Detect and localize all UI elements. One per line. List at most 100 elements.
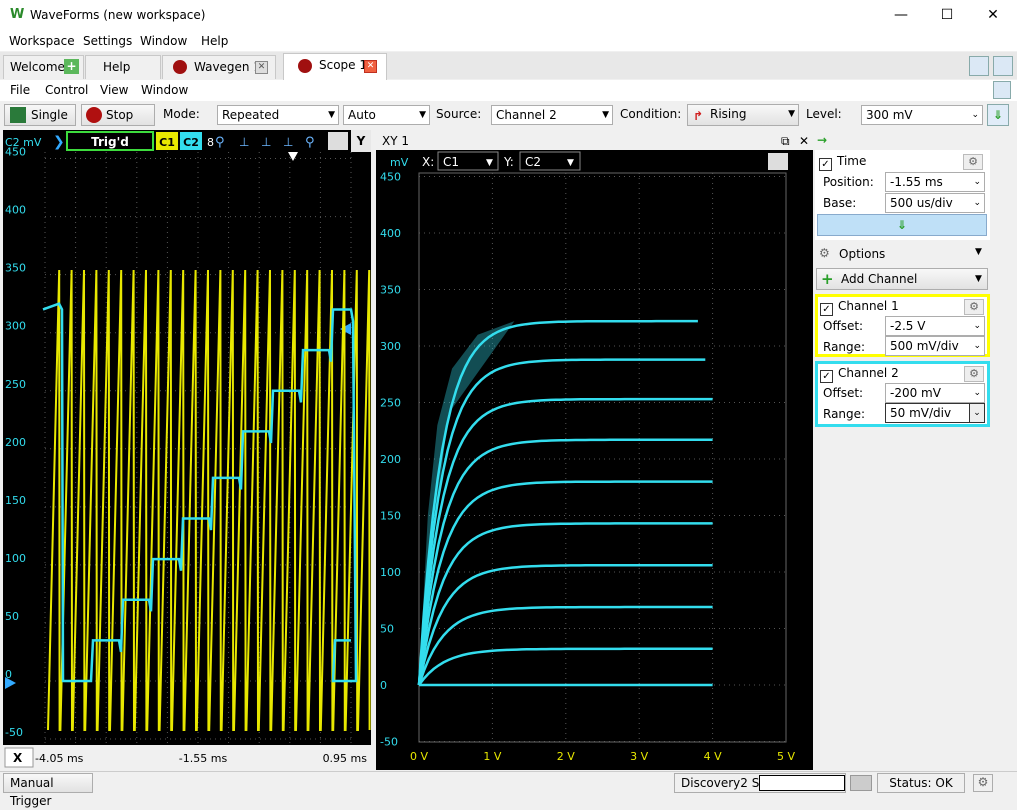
auto-select[interactable]: Auto ▼	[343, 105, 430, 125]
tab-label: Scope 1	[319, 58, 368, 72]
channel1-group: ✓ Channel 1 ⚙ Offset: -2.5 V ⌄ Range: 500 …	[815, 294, 990, 357]
xy-curve	[417, 522, 713, 686]
menu-file[interactable]: File	[10, 83, 30, 97]
xy-plot[interactable]: XY 1 ⧉ ✕ mV X: C1 ▼ Y: C2 ▼ 450 400 350 300…	[376, 130, 813, 770]
chevron-down-icon: ▼	[328, 110, 335, 120]
y-source-label: Y:	[503, 155, 514, 169]
x-source-label: X:	[422, 155, 434, 169]
y-tick-label: 150	[380, 510, 401, 523]
ch1-offset-input[interactable]: -2.5 V ⌄	[885, 316, 985, 336]
source-label: Source:	[436, 107, 482, 121]
gear-icon: ⚙	[819, 246, 830, 260]
ch2-range-select[interactable]: 50 mV/div ⌄	[885, 403, 985, 423]
y-tick-label: 450	[5, 146, 26, 159]
minimize-button[interactable]: —	[878, 0, 924, 31]
mode-select[interactable]: Repeated ▼	[217, 105, 339, 125]
xy-settings-gear-icon[interactable]	[768, 153, 788, 170]
close-tab-icon[interactable]: ✕	[364, 60, 377, 73]
dock-icon[interactable]	[993, 81, 1011, 99]
single-button[interactable]: Single	[4, 104, 76, 126]
plot-settings-gear-icon[interactable]	[328, 132, 348, 150]
add-channel-button[interactable]: + Add Channel ▼	[816, 268, 988, 290]
position-input[interactable]: -1.55 ms ⌄	[885, 172, 985, 192]
time-checkbox[interactable]: ✓ Time	[819, 154, 866, 171]
menu-view[interactable]: View	[100, 83, 128, 97]
base-select[interactable]: 500 us/div ⌄	[885, 193, 985, 213]
ch1-range-select[interactable]: 500 mV/div ⌄	[885, 336, 985, 356]
x-tick-label: 2 V	[557, 750, 575, 763]
menu-help[interactable]: Help	[201, 34, 228, 48]
channel1-label: Channel 1	[838, 299, 899, 313]
status-bar: Manual Trigger Discovery2 SN Status: OK …	[0, 771, 1017, 808]
gear-icon[interactable]: ⚙	[964, 299, 984, 315]
tab-wavegen[interactable]: Wavegen 1 ✕	[162, 55, 276, 79]
tab-scope[interactable]: Scope 1 ✕	[283, 53, 387, 80]
time-plot[interactable]: C2 mV ❯ Trig'd C1 C2 8 ⚲ ⊥ ⊥ ⊥ ⚲ Y 450 40…	[3, 130, 371, 770]
zoom-out-icon[interactable]: ⚲	[305, 135, 315, 150]
menu-settings[interactable]: Settings	[83, 34, 132, 48]
source-select[interactable]: Channel 2 ▼	[491, 105, 613, 125]
checkbox-icon: ✓	[819, 158, 832, 171]
channel2-label: Channel 2	[838, 366, 899, 380]
add-icon[interactable]: +	[64, 59, 79, 74]
c2-badge-label: C2	[183, 136, 199, 149]
gear-icon[interactable]: ⚙	[973, 774, 993, 792]
down-arrow-icon[interactable]: ⇓	[987, 104, 1009, 126]
trigger-position-marker[interactable]	[288, 152, 298, 161]
channel1-checkbox[interactable]: ✓ Channel 1	[820, 299, 899, 316]
options-row[interactable]: ⚙ Options ▼	[815, 244, 990, 264]
stop-button[interactable]: Stop	[81, 104, 155, 126]
xy-plot-svg: XY 1 ⧉ ✕ mV X: C1 ▼ Y: C2 ▼ 450 400 350 300…	[376, 130, 813, 764]
add-channel-label: Add Channel	[841, 272, 918, 286]
menu-window[interactable]: Window	[141, 83, 188, 97]
level-input[interactable]: 300 mV ⌄	[861, 105, 983, 125]
ch2-offset-input[interactable]: -200 mV ⌄	[885, 383, 985, 403]
y-tick-label: 450	[380, 171, 401, 184]
x-axis-button-label: X	[13, 751, 23, 765]
menu-window[interactable]: Window	[140, 34, 187, 48]
tab-help[interactable]: Help	[85, 55, 161, 79]
tile-icon[interactable]	[969, 56, 989, 76]
cursor-icon[interactable]: ⊥	[283, 135, 293, 149]
zoom-in-icon[interactable]: ⚲	[215, 135, 225, 150]
expand-arrow-icon[interactable]: ❯	[53, 134, 65, 150]
gear-icon[interactable]: ⚙	[964, 366, 984, 382]
trigger-status: Trig'd	[91, 135, 129, 149]
float-window-icon[interactable]: ⧉	[781, 134, 790, 148]
time-tick-left: -4.05 ms	[35, 752, 84, 765]
menu-workspace[interactable]: Workspace	[9, 34, 75, 48]
close-icon[interactable]: ✕	[799, 134, 809, 148]
y-tick-label: -50	[5, 726, 23, 739]
chevron-down-icon: ▼	[788, 109, 795, 119]
maximize-button[interactable]: ☐	[924, 0, 970, 31]
condition-select[interactable]: ↱ Rising ▼	[687, 104, 799, 126]
stop-icon	[86, 107, 102, 123]
condition-value: Rising	[710, 107, 747, 121]
gear-icon[interactable]: ⚙	[963, 154, 983, 170]
close-button[interactable]: ✕	[970, 0, 1016, 31]
menu-bar: Workspace Settings Window Help	[0, 31, 1017, 51]
ch2-range-value: 50 mV/div	[890, 406, 952, 420]
close-tab-icon[interactable]: ✕	[255, 61, 268, 74]
tab-welcome[interactable]: Welcome +	[3, 55, 84, 79]
collapse-arrow-icon[interactable]: →	[817, 133, 827, 147]
device-field[interactable]: Discovery2 SN	[674, 773, 846, 793]
y-tick-label: 350	[5, 262, 26, 275]
trigger-level-marker[interactable]	[340, 323, 351, 335]
position-value: -1.55 ms	[890, 175, 943, 189]
chevron-down-icon: ▼	[567, 158, 574, 168]
stack-icon[interactable]	[993, 56, 1013, 76]
device-manager-icon[interactable]	[850, 775, 872, 791]
cursor-icon[interactable]: ⊥	[239, 135, 249, 149]
y-tick-label: 50	[5, 610, 19, 623]
ch1-offset-value: -2.5 V	[890, 319, 926, 333]
chevron-down-icon: ⌄	[969, 403, 985, 423]
ch2-offset-value: -200 mV	[890, 386, 941, 400]
channel2-group: ✓ Channel 2 ⚙ Offset: -200 mV ⌄ Range: 50 …	[815, 361, 990, 427]
xy-plot-ticks: 450 400 350 300 250 200 150 100 50 0 -50 0 V 1 V 2 V 3…	[380, 171, 795, 764]
manual-trigger-button[interactable]: Manual Trigger	[3, 773, 93, 808]
menu-control[interactable]: Control	[45, 83, 88, 97]
channel2-checkbox[interactable]: ✓ Channel 2	[820, 366, 899, 383]
apply-down-arrow-icon[interactable]: ⇓	[817, 214, 987, 236]
cursor-icon[interactable]: ⊥	[261, 135, 271, 149]
